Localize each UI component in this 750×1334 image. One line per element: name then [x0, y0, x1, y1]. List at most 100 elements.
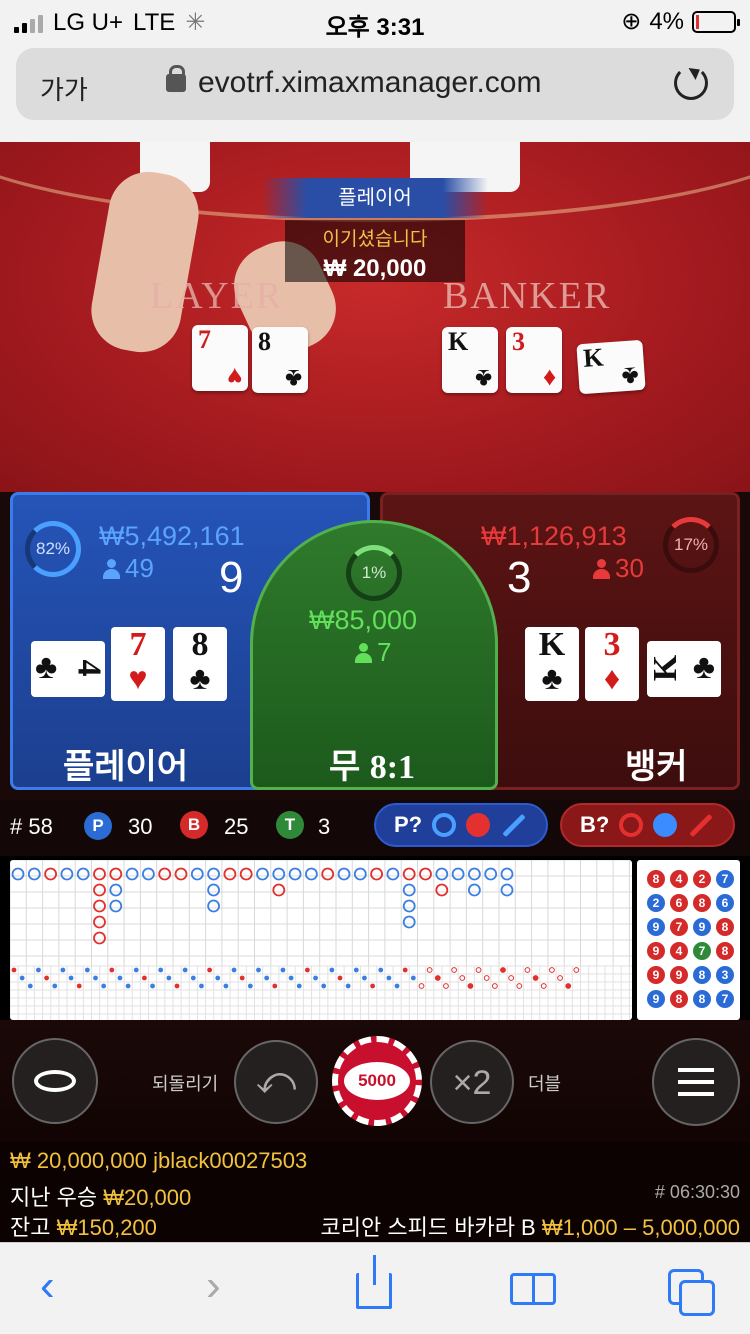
table-info: 코리안 스피드 바카라 B ₩1,000 – 5,000,000 — [320, 1215, 740, 1240]
info-panel: ₩ 20,000,000 jblack00027503 지난 우승 ₩20,00… — [0, 1142, 750, 1242]
tie-bettors: 7 — [355, 637, 391, 668]
felt-banker-text: BANKER — [443, 275, 612, 317]
win-amount: ₩ 20,000 — [323, 255, 427, 282]
road-mark — [109, 867, 123, 881]
road-mark — [44, 867, 57, 881]
share-icon[interactable] — [356, 1255, 392, 1309]
road-mark — [142, 975, 147, 981]
rotation-lock-icon: ⊕ — [621, 8, 642, 35]
double-button[interactable]: ×2 — [430, 1040, 514, 1124]
player-percent: 82% — [35, 539, 71, 558]
battery-icon — [692, 10, 740, 33]
road-mark — [76, 867, 90, 881]
control-bar: 되돌리기 ⤺ 5000 ×2 더블 — [0, 1020, 750, 1142]
road-mark — [93, 915, 106, 929]
bead-marker: 9 — [670, 966, 688, 984]
bead-marker: 7 — [716, 990, 734, 1008]
road-mark — [223, 983, 229, 989]
road-mark — [337, 975, 343, 981]
road-mark — [500, 967, 506, 973]
address-bar[interactable]: 가가 evotrf.ximaxmanager.com — [16, 48, 734, 120]
table-view-button[interactable] — [12, 1038, 98, 1124]
double-icon: ×2 — [452, 1064, 492, 1102]
road-mark — [402, 867, 416, 881]
back-icon[interactable]: ‹ — [40, 1261, 55, 1311]
road-mark — [475, 967, 482, 973]
road-mark — [60, 967, 66, 973]
undo-icon: ⤺ — [255, 1060, 297, 1102]
bead-marker: 9 — [647, 942, 665, 960]
road-mark — [500, 867, 514, 881]
road-mark — [150, 983, 155, 989]
road-mark — [272, 883, 286, 897]
road-mark — [19, 975, 25, 981]
banker-predict-button[interactable]: B? — [560, 803, 736, 847]
bead-road[interactable]: 842726869798947899839887 — [637, 860, 740, 1020]
banker-card-2: 3 ♦ — [585, 627, 639, 701]
road-mark — [524, 967, 531, 973]
cockroach-icon — [502, 813, 526, 837]
player-predict-button[interactable]: P? — [374, 803, 549, 847]
table-card-player-2: 8 ♣ — [252, 327, 308, 393]
table-card-banker-1: K ♣ — [442, 327, 498, 393]
road-grid — [10, 860, 632, 1020]
text-size-button[interactable]: 가가 — [40, 70, 88, 107]
road-mark — [207, 967, 213, 973]
tabs-icon[interactable] — [668, 1269, 715, 1316]
road-mark — [125, 983, 131, 989]
road-mark — [353, 867, 367, 881]
undo-button[interactable]: ⤺ — [234, 1040, 318, 1124]
bead-marker: 8 — [693, 966, 711, 984]
bead-marker: 4 — [670, 942, 688, 960]
table-icon — [34, 1070, 76, 1092]
player-label: 플레이어 — [63, 748, 189, 786]
road-mark — [76, 983, 82, 989]
road-mark — [52, 983, 58, 989]
battery-percent: 4% — [649, 7, 684, 35]
road-mark — [451, 867, 465, 881]
road-mark — [435, 867, 449, 881]
road-mark — [231, 967, 237, 973]
road-mark — [93, 899, 106, 913]
bookmarks-icon[interactable] — [510, 1273, 556, 1305]
bead-marker: 8 — [647, 870, 665, 888]
reload-icon[interactable] — [674, 66, 708, 100]
big-eye-icon — [619, 813, 644, 837]
browser-toolbar: 가가 evotrf.ximaxmanager.com — [0, 40, 750, 142]
road-mark — [557, 975, 563, 981]
road-mark — [207, 899, 221, 913]
road-mark — [27, 983, 33, 989]
road-mark — [402, 883, 416, 897]
tie-count-badge: T — [276, 811, 304, 840]
chip-selector[interactable]: 5000 — [332, 1036, 422, 1126]
felt-player-text: LAYER — [150, 275, 284, 317]
menu-button[interactable] — [652, 1038, 740, 1126]
table-card-banker-3: K ♣ — [576, 339, 646, 395]
road-mark — [500, 883, 514, 897]
road-mark — [109, 899, 123, 913]
table-card-banker-2: 3 ♦ — [506, 327, 562, 393]
forward-icon[interactable]: › — [206, 1261, 221, 1311]
url-text[interactable]: evotrf.ximaxmanager.com — [198, 66, 541, 100]
bead-marker: 8 — [716, 918, 734, 936]
road-mark — [337, 867, 351, 881]
tie-bet-spot[interactable]: 1% ₩85,000 7 무 8:1 — [250, 520, 498, 790]
road-mark — [418, 983, 425, 989]
user-icon — [593, 558, 610, 579]
road-mark — [386, 867, 400, 881]
road-mark — [247, 983, 253, 989]
road-mark — [329, 967, 335, 973]
big-road-scoreboard[interactable] — [10, 860, 632, 1020]
stats-bar: # 58 P 30 B 25 T 3 P? B? — [0, 800, 750, 856]
road-mark — [68, 975, 74, 981]
double-label: 더블 — [528, 1074, 562, 1094]
road-mark — [516, 983, 523, 989]
lock-icon — [166, 65, 186, 92]
road-mark — [549, 967, 555, 973]
big-eye-icon — [432, 813, 457, 837]
small-road-icon — [466, 813, 491, 837]
bead-marker: 6 — [670, 894, 688, 912]
bead-marker: 6 — [716, 894, 734, 912]
road-mark — [84, 967, 90, 973]
road-mark — [101, 983, 107, 989]
